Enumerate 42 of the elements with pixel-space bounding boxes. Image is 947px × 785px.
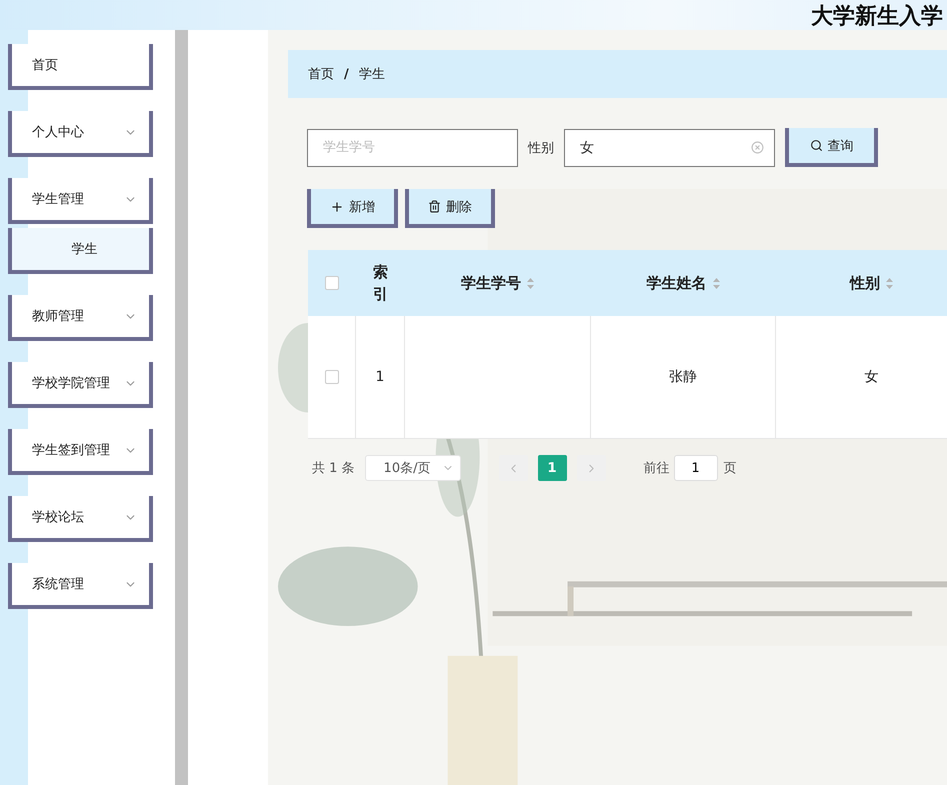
table-cell: 1 <box>356 316 405 439</box>
total-count: 共 1 条 <box>312 460 355 477</box>
sort-icon[interactable] <box>885 276 894 290</box>
sidebar-item[interactable]: 学校论坛 <box>8 496 153 542</box>
sort-icon[interactable] <box>526 276 535 290</box>
column-header[interactable]: 性别 <box>776 250 947 316</box>
checkbox[interactable] <box>324 370 338 384</box>
sidebar-item[interactable]: 学校学院管理 <box>8 362 153 408</box>
delete-button[interactable]: 删除 <box>405 189 495 228</box>
page-size-select[interactable]: 10条/页 <box>364 455 461 481</box>
table-cell: 女 <box>776 316 947 439</box>
gender-select[interactable]: 女 <box>564 128 775 166</box>
checkbox[interactable] <box>325 276 339 290</box>
sort-icon[interactable] <box>712 276 720 290</box>
breadcrumb-separator: / <box>344 66 349 82</box>
sidebar-item[interactable]: 个人中心 <box>8 111 153 157</box>
student-id-field[interactable]: 学生学号 <box>307 128 518 166</box>
sidebar-item[interactable]: 学生签到管理 <box>8 429 153 475</box>
prev-page-button[interactable] <box>498 455 528 481</box>
column-header: 索引 <box>356 250 405 316</box>
breadcrumb-item[interactable]: 首页 <box>308 65 334 83</box>
next-page-button[interactable] <box>576 455 606 481</box>
sidebar-item[interactable]: 教师管理 <box>8 295 153 341</box>
sidebar-item[interactable]: 学生管理 <box>8 178 153 224</box>
table-cell: 张静 <box>591 316 776 439</box>
breadcrumb-item: 学生 <box>358 66 385 83</box>
goto-label: 前往 <box>644 460 670 477</box>
column-header[interactable]: 学生学号 <box>405 250 591 316</box>
search-icon <box>810 139 822 152</box>
gender-label: 性别 <box>528 140 554 156</box>
trash-icon <box>428 200 441 213</box>
sidebar-item[interactable]: 系统管理 <box>8 563 153 609</box>
search-button[interactable]: 查询 <box>785 128 878 167</box>
sidebar-item[interactable]: 首页 <box>8 44 153 90</box>
add-button[interactable]: 新增 <box>307 189 398 228</box>
page-suffix: 页 <box>724 460 737 477</box>
page-field[interactable]: 1 <box>674 455 718 481</box>
plus-icon <box>330 200 344 214</box>
clear-icon[interactable] <box>751 141 764 154</box>
column-header[interactable]: 学生姓名 <box>591 250 776 316</box>
sidebar-subitem[interactable]: 学生 <box>8 228 153 274</box>
app-title: 大学新生入学 <box>811 4 943 30</box>
